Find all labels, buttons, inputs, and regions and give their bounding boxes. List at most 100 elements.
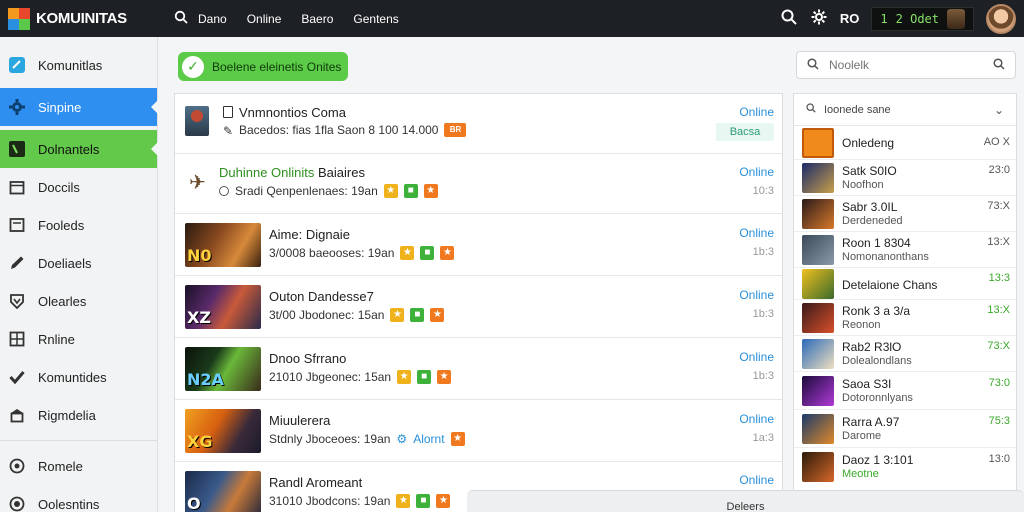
ranking-row[interactable]: Ronk 3 a 3/a Reonon 13:X	[794, 300, 1016, 336]
app-logo-text: KOMUINITAS	[36, 10, 127, 27]
ranking-value: AO X	[983, 136, 1010, 148]
gear-icon	[8, 98, 26, 116]
sidebar-item-label: Fooleds	[38, 217, 85, 233]
character-thumb	[185, 106, 209, 136]
alert-icon: ⚙	[396, 432, 408, 446]
thumbnail-tag: XG	[187, 432, 213, 451]
ranking-row[interactable]: Daoz 1 3:101 Meotne 13:0	[794, 448, 1016, 486]
sidebar-item-komuntides[interactable]: Komuntides	[0, 358, 157, 396]
sidebar-item-label: Komunitlas	[38, 57, 103, 73]
badge-yellow: ★	[390, 308, 405, 322]
ranking-row[interactable]: Saoa S3I Dotoronnlyans 73:0	[794, 372, 1016, 410]
ranking-thumbnail	[802, 414, 834, 444]
list-item[interactable]: XG Miuulerera Stdnly Jboceoes: 19an ⚙ Al…	[175, 400, 782, 462]
sidebar-item-rnline[interactable]: Rnline	[0, 320, 157, 358]
sidebar-item-oolesntins[interactable]: Oolesntins	[0, 485, 157, 512]
row-subtitle-text: Bacedos: fias 1fla Saon 8 100 14.000	[239, 123, 439, 137]
row-subtitle-text: 31010 Jbodcons: 19an	[269, 494, 391, 508]
search-submit-icon[interactable]	[993, 57, 1005, 73]
sidebar-item-label: Oolesntins	[38, 496, 100, 512]
ranking-name: Roon 1 8304	[842, 236, 911, 250]
ranking-row[interactable]: Roon 1 8304 Nomonanonthans 13:X	[794, 232, 1016, 268]
sidebar-item-doeliaels[interactable]: Doeliaels	[0, 244, 157, 282]
row-count: 1b:3	[752, 370, 774, 382]
credits-label: 2 Odet	[895, 11, 939, 26]
credits-display[interactable]: 1 2 Odet	[871, 6, 974, 31]
list-item[interactable]: Vnmnontios Coma ✎ Bacedos: fias 1fla Sao…	[175, 94, 782, 154]
thumbnail-tag: O	[187, 494, 201, 512]
list-item[interactable]: XZ Outon Dandesse7 3t/00 Jbodonec: 15an …	[175, 276, 782, 338]
status-pill-button[interactable]: ✓ Boelene eleinetis Onites	[178, 52, 348, 81]
ranking-subtitle: Dolealondlans	[842, 355, 912, 367]
footer-bar[interactable]: Deleers	[467, 490, 1024, 512]
grid-icon	[8, 330, 26, 348]
badge-yellow: ★	[397, 370, 412, 384]
sidebar-item-romele[interactable]: Romele	[0, 447, 157, 485]
nav-link-baero[interactable]: Baero	[301, 12, 333, 26]
ranking-name: Detelaione Chans	[842, 278, 938, 292]
sidebar-item-rigmdelia[interactable]: Rigmdelia	[0, 396, 157, 434]
sidebar-item-sinpine[interactable]: Sinpine	[0, 88, 158, 126]
row-status: Online	[739, 288, 774, 302]
ranking-name: Satk S0IO	[842, 164, 897, 178]
search-icon	[806, 103, 816, 116]
ranking-row[interactable]: Satk S0IO Noofhon 23:0	[794, 160, 1016, 196]
ranking-row[interactable]: Rab2 R3lO Dolealondlans 73:X	[794, 336, 1016, 372]
clock-icon	[219, 186, 229, 196]
sidebar-item-label: Rigmdelia	[38, 407, 96, 423]
ranking-subtitle: Noofhon	[842, 179, 884, 191]
ranking-row[interactable]: Detelaione Chans 13:3	[794, 268, 1016, 300]
ranking-row[interactable]: Sabr 3.0IL Derdeneded 73:X	[794, 196, 1016, 232]
row-subtitle: 3t/00 Jbodonec: 15an ★ ■ ★	[269, 308, 445, 322]
ranking-panel: Ioonede sane ⌄ Onledeng AO X Satk S0IO N…	[793, 93, 1017, 493]
thumbnail-tag: XZ	[187, 308, 211, 327]
settings-gear-icon[interactable]	[810, 9, 828, 29]
list-item[interactable]: N2A Dnoo Sfrrano 21010 Jbgeonec: 15an ★ …	[175, 338, 782, 400]
badge-orange: ★	[440, 246, 455, 260]
sidebar-item-dolnantels[interactable]: Dolnantels	[0, 130, 158, 168]
sidebar-item-doccils[interactable]: Doccils	[0, 168, 157, 206]
row-status: Online	[739, 473, 774, 487]
row-status: Online	[739, 105, 774, 119]
row-title: Duhinne Onlinits Baiaires	[219, 165, 365, 180]
badge-green: ■	[410, 308, 425, 322]
ranking-subtitle: Derdeneded	[842, 215, 903, 227]
list-item[interactable]: N0 Aime: Dignaie 3/0008 baeooses: 19an ★…	[175, 214, 782, 276]
row-subtitle-text: 21010 Jbgeonec: 15an	[269, 370, 392, 384]
nav-link-gentens[interactable]: Gentens	[353, 12, 398, 26]
row-title: Vnmnontios Coma	[239, 105, 346, 120]
row-status: Online	[739, 350, 774, 364]
row-chip[interactable]: Bacsa	[716, 123, 774, 141]
weapon-icon: ✈	[189, 172, 206, 194]
ranking-row[interactable]: Rarra A.97 Darome 75:3	[794, 410, 1016, 448]
search-box[interactable]	[796, 51, 1016, 79]
app-logo[interactable]: KOMUINITAS	[0, 7, 160, 30]
nav-link-online[interactable]: Online	[247, 12, 282, 26]
ranking-name: Onledeng	[842, 136, 895, 150]
ranking-row[interactable]: Onledeng AO X	[794, 126, 1016, 160]
badge-yellow: ★	[396, 494, 411, 508]
top-nav: Dano Online Baero Gentens	[172, 10, 399, 28]
row-title-highlight: Duhinne Onlinits	[219, 165, 315, 180]
sidebar-item-olearles[interactable]: Olearles	[0, 282, 157, 320]
ranking-subtitle: Meotne	[842, 468, 879, 480]
sidebar-item-label: Komuntides	[38, 369, 107, 385]
chevron-down-icon: ⌄	[993, 102, 1004, 117]
play-circle-icon	[8, 457, 26, 475]
search-icon	[807, 57, 819, 73]
row-subtitle: 3/0008 baeooses: 19an ★ ■ ★	[269, 246, 455, 260]
ranking-header-dropdown[interactable]: Ioonede sane ⌄	[794, 94, 1016, 126]
region-selector[interactable]: RO	[840, 11, 860, 26]
search-input[interactable]	[829, 58, 983, 72]
search-icon[interactable]	[172, 10, 190, 28]
nav-link-dano[interactable]: Dano	[198, 12, 227, 26]
search-icon[interactable]	[780, 9, 798, 29]
list-item[interactable]: ✈ Duhinne Onlinits Baiaires Sradi Qenpen…	[175, 154, 782, 214]
sidebar-item-komunitlas[interactable]: Komunitlas	[0, 46, 157, 84]
ranking-header-label: Ioonede sane	[824, 103, 891, 116]
row-count: 1b:3	[752, 308, 774, 320]
user-avatar[interactable]	[986, 3, 1016, 34]
ranking-thumbnail	[802, 163, 834, 193]
check-icon	[8, 368, 26, 386]
sidebar-item-fooleds[interactable]: Fooleds	[0, 206, 157, 244]
